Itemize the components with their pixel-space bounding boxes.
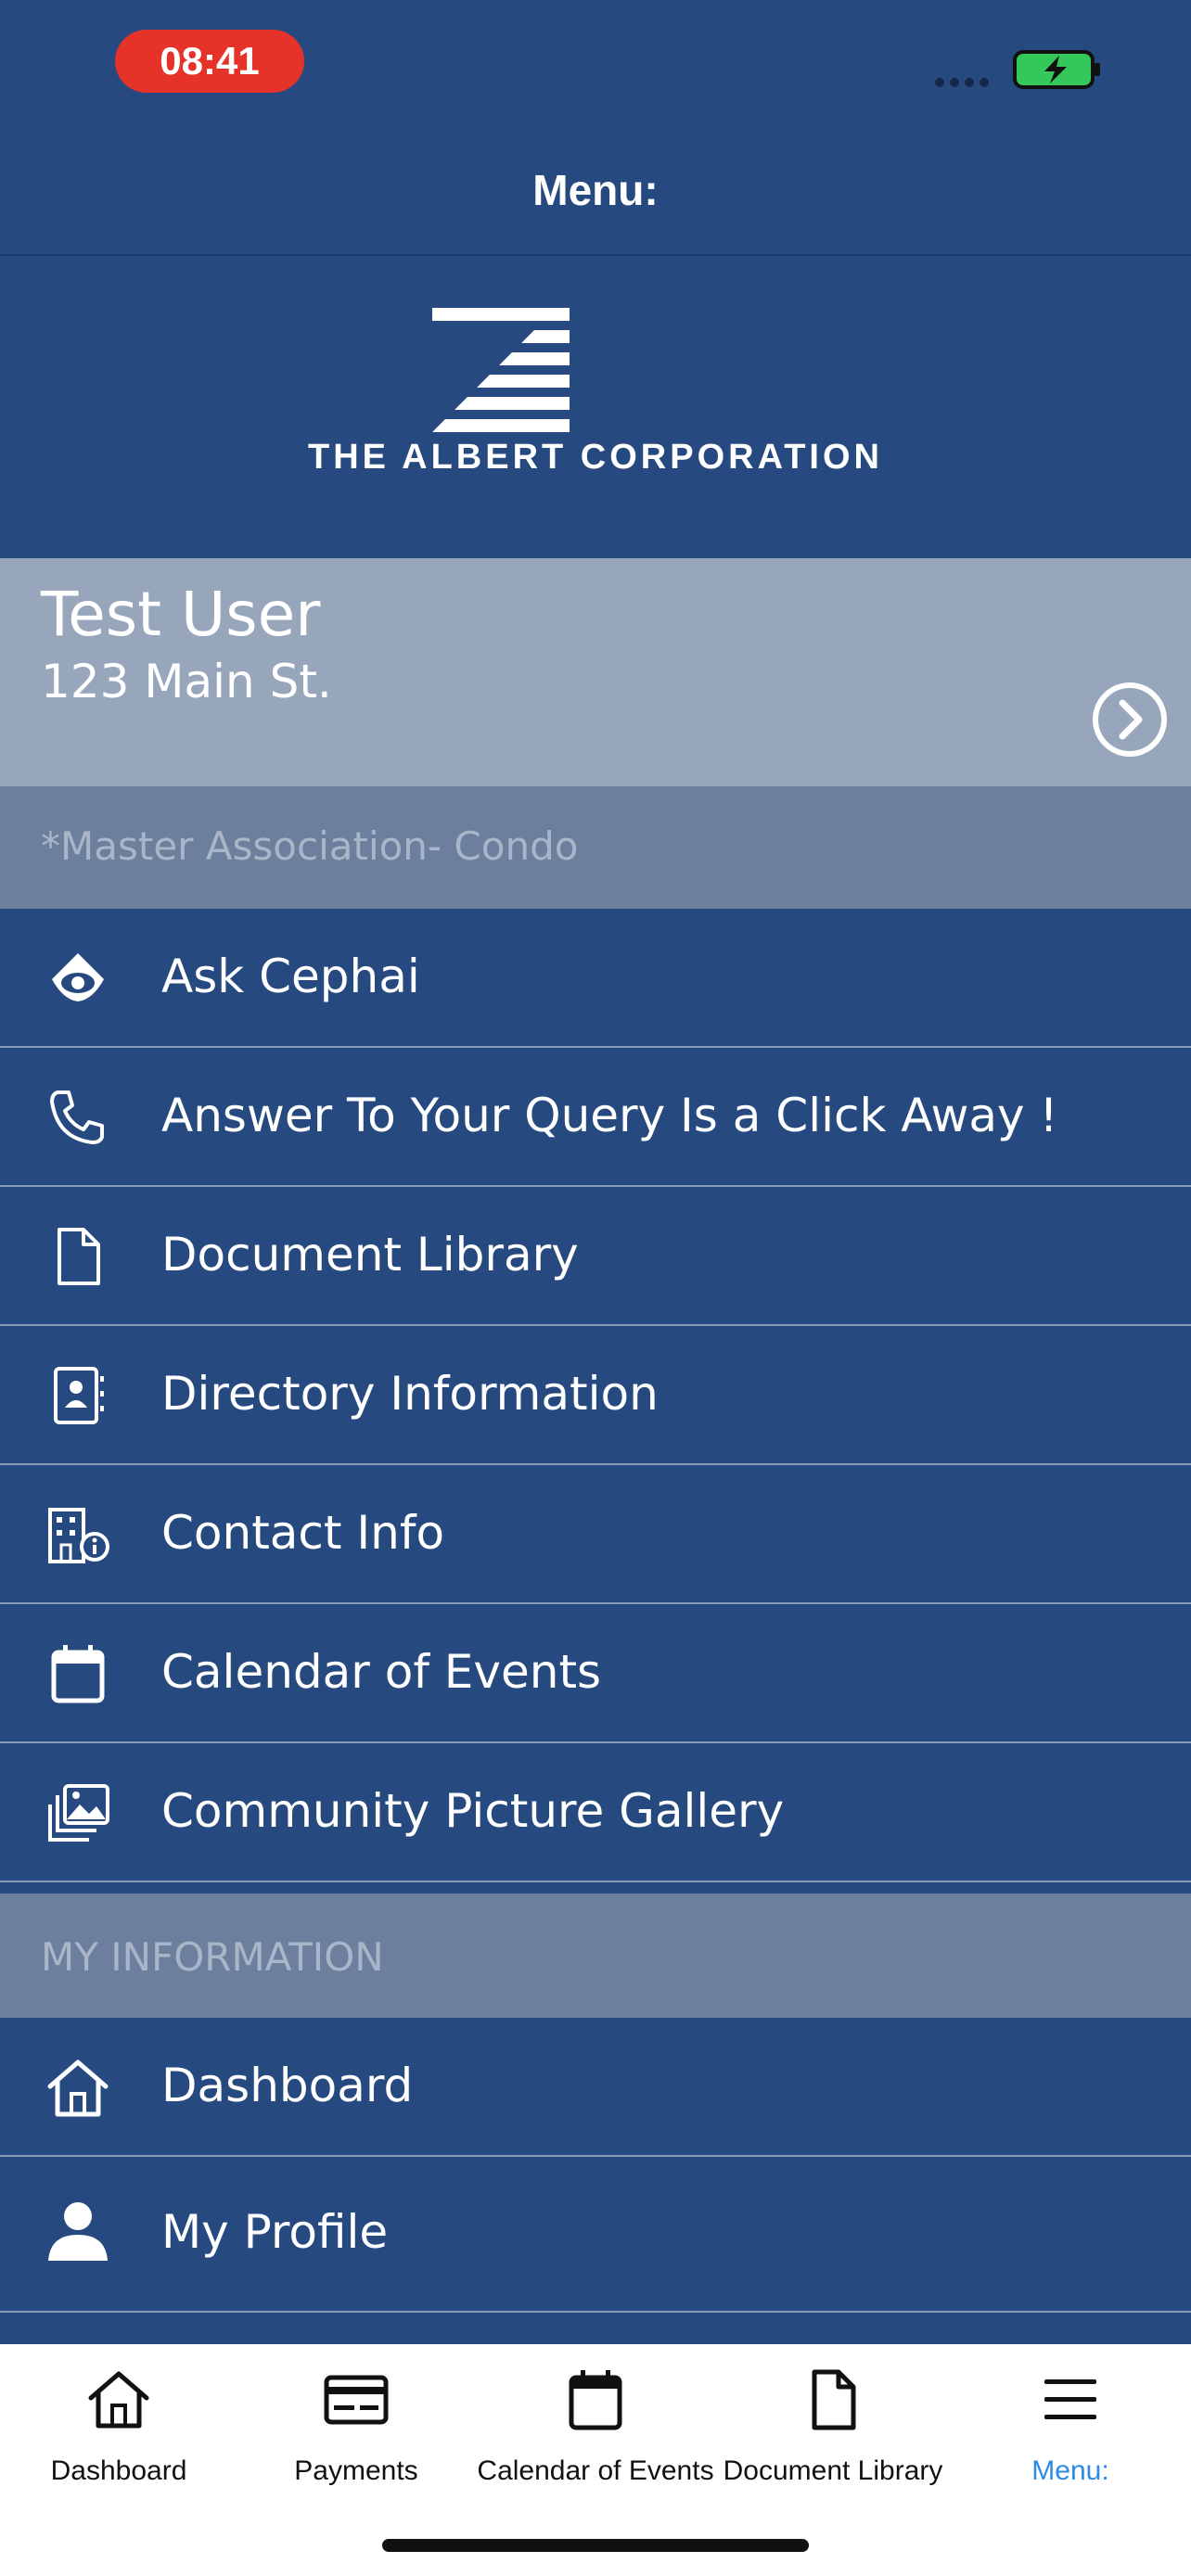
tab-label: Dashboard bbox=[50, 2455, 187, 2486]
menu-item-community-picture-gallery[interactable]: Community Picture Gallery bbox=[0, 1743, 1191, 1882]
menu-item-dashboard[interactable]: Dashboard bbox=[0, 2018, 1191, 2157]
user-card[interactable]: Test User 123 Main St. bbox=[0, 558, 1191, 786]
chevron-right-circle-icon[interactable] bbox=[1091, 681, 1169, 759]
tab-payments[interactable]: Payments bbox=[237, 2344, 475, 2502]
calendar-icon bbox=[569, 2370, 622, 2430]
albert-logo-mark bbox=[432, 308, 570, 432]
menu-item-ask-cephai[interactable]: Ask Cephai bbox=[0, 909, 1191, 1048]
menu-item-document-library[interactable]: Document Library bbox=[0, 1187, 1191, 1326]
document-icon bbox=[58, 1228, 100, 1285]
home-icon bbox=[47, 2060, 109, 2117]
document-icon bbox=[812, 2369, 856, 2430]
battery-icon bbox=[1013, 50, 1100, 89]
association-name: *Master Association- Condo bbox=[41, 823, 579, 869]
menu-item-label: Document Library bbox=[161, 1228, 579, 1282]
header: Menu: bbox=[0, 130, 1191, 256]
tab-label: Menu: bbox=[1031, 2455, 1109, 2486]
person-icon bbox=[48, 2202, 108, 2261]
menu-item-label: Community Picture Gallery bbox=[161, 1784, 785, 1838]
logo-text: THE ALBERT CORPORATION bbox=[308, 438, 883, 477]
menu-item-label: Ask Cephai bbox=[161, 950, 420, 1003]
user-address: 123 Main St. bbox=[41, 655, 332, 708]
building-info-icon bbox=[48, 1508, 109, 1563]
payments-icon bbox=[324, 2375, 389, 2425]
menu-item-answer-query[interactable]: Answer To Your Query Is a Click Away ! bbox=[0, 1048, 1191, 1187]
tab-calendar-of-events[interactable]: Calendar of Events bbox=[477, 2344, 714, 2502]
menu-item-label: Contact Info bbox=[161, 1506, 445, 1560]
calendar-icon bbox=[51, 1645, 105, 1703]
tab-dashboard[interactable]: Dashboard bbox=[0, 2344, 237, 2502]
home-indicator bbox=[382, 2539, 809, 2552]
eye-shield-icon bbox=[52, 953, 104, 1001]
menu-item-calendar-of-events[interactable]: Calendar of Events bbox=[0, 1604, 1191, 1743]
user-name: Test User bbox=[41, 579, 321, 650]
signal-icon bbox=[935, 78, 989, 87]
tab-label: Document Library bbox=[723, 2455, 943, 2486]
menu-item-label: Answer To Your Query Is a Click Away ! bbox=[161, 1089, 1058, 1142]
tab-label: Payments bbox=[294, 2455, 418, 2486]
contact-card-icon bbox=[54, 1367, 104, 1424]
association-bar: *Master Association- Condo bbox=[0, 786, 1191, 909]
section-title: MY INFORMATION bbox=[41, 1934, 384, 1980]
menu-item-label: My Profile bbox=[161, 2205, 389, 2259]
tab-label: Calendar of Events bbox=[477, 2455, 714, 2486]
home-icon bbox=[88, 2371, 149, 2429]
menu-item-label: Directory Information bbox=[161, 1367, 659, 1421]
gallery-icon bbox=[48, 1784, 109, 1842]
tab-document-library[interactable]: Document Library bbox=[714, 2344, 952, 2502]
page-title: Menu: bbox=[532, 166, 659, 214]
logo: THE ALBERT CORPORATION bbox=[0, 256, 1191, 558]
tab-menu[interactable]: Menu: bbox=[952, 2344, 1189, 2502]
status-bar: 08:41 bbox=[0, 0, 1191, 130]
menu-item-my-profile[interactable]: My Profile bbox=[0, 2157, 1191, 2313]
menu-item-label: Dashboard bbox=[161, 2059, 414, 2112]
menu-item-label: Calendar of Events bbox=[161, 1645, 602, 1699]
hamburger-icon bbox=[1044, 2379, 1096, 2419]
menu-item-contact-info[interactable]: Contact Info bbox=[0, 1465, 1191, 1604]
status-time: 08:41 bbox=[115, 30, 304, 93]
phone-icon bbox=[50, 1090, 104, 1144]
menu-item-directory-information[interactable]: Directory Information bbox=[0, 1326, 1191, 1465]
section-header-my-information: MY INFORMATION bbox=[0, 1894, 1191, 2018]
